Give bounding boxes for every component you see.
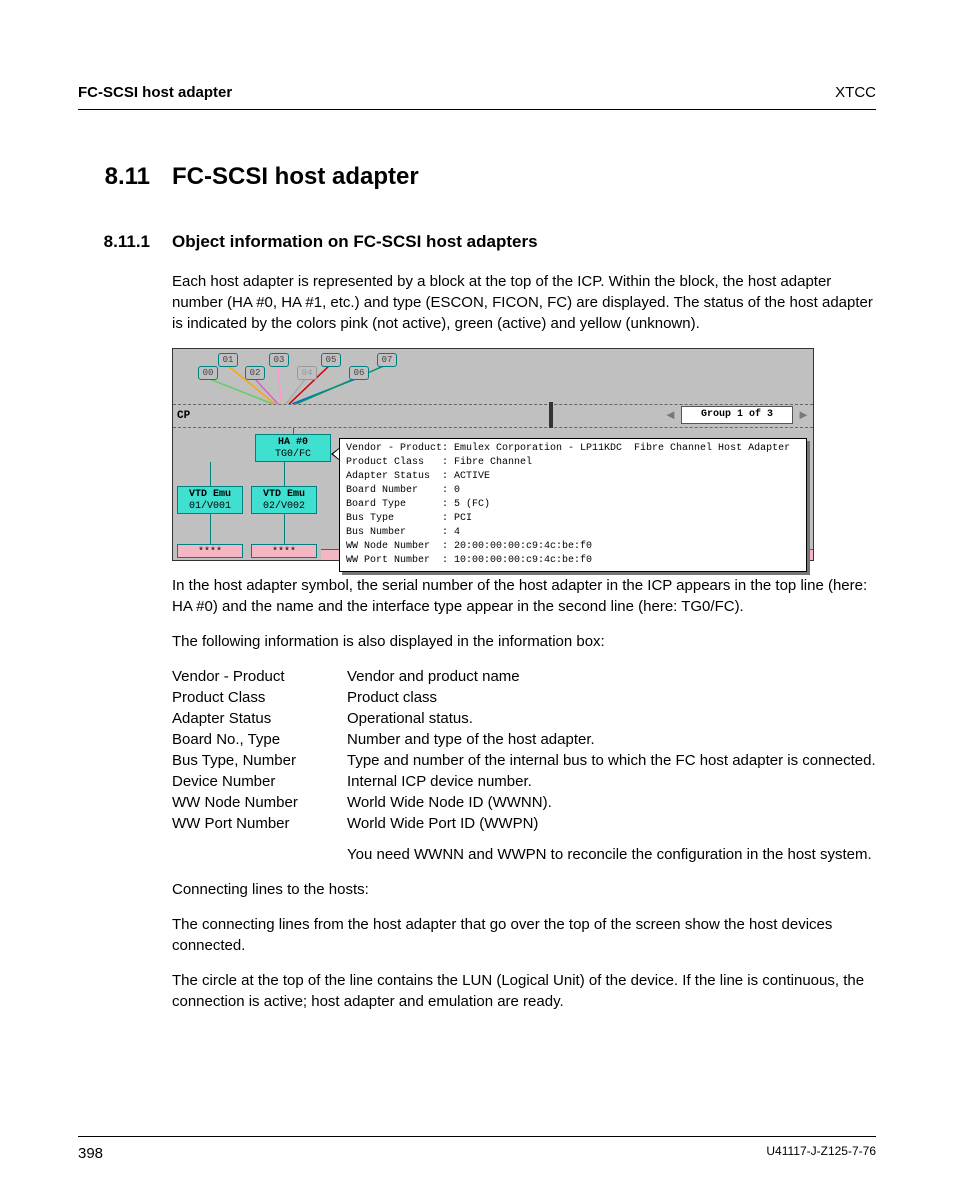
def-term: Vendor - Product [172, 666, 347, 687]
connector-line [210, 462, 211, 486]
cp-label: CP [173, 409, 190, 424]
vtd-block[interactable]: VTD Emu 01/V001 [177, 486, 243, 514]
header-right: XTCC [835, 82, 876, 103]
group-indicator: Group 1 of 3 [681, 406, 793, 424]
arrow-left-icon[interactable]: ◄ [664, 408, 676, 422]
section-heading: 8.11 FC-SCSI host adapter [78, 160, 876, 194]
header-left: FC-SCSI host adapter [78, 82, 232, 103]
divider-bar [549, 402, 553, 430]
connector-line [210, 514, 211, 544]
section-title: FC-SCSI host adapter [172, 160, 419, 194]
definition-list: Vendor - ProductVendor and product name … [172, 666, 876, 865]
def-term: WW Node Number [172, 792, 347, 813]
lun-badge: 06 [349, 366, 369, 380]
def-desc: Type and number of the internal bus to w… [347, 750, 876, 771]
def-term: Adapter Status [172, 708, 347, 729]
def-desc: Vendor and product name [347, 666, 876, 687]
paragraph: In the host adapter symbol, the serial n… [172, 575, 876, 617]
lun-badge: 05 [321, 353, 341, 367]
arrow-right-icon[interactable]: ► [797, 408, 809, 422]
def-desc-extra: You need WWNN and WWPN to reconcile the … [347, 844, 876, 865]
info-tooltip: Vendor - Product: Emulex Corporation - L… [339, 438, 807, 572]
paragraph: The connecting lines from the host adapt… [172, 914, 876, 956]
lun-badge: 01 [218, 353, 238, 367]
def-term: WW Port Number [172, 813, 347, 834]
vtd-line1: VTD Emu [252, 489, 316, 501]
figure: 00 01 02 03 04 05 06 07 CP ◄ Group 1 of … [172, 348, 876, 561]
subsection-number: 8.11.1 [78, 230, 150, 254]
vtd-line2: 01/V001 [178, 501, 242, 513]
vtd-line1: VTD Emu [178, 489, 242, 501]
def-term: Device Number [172, 771, 347, 792]
connector-line [284, 462, 285, 486]
tooltip-pointer-icon [331, 448, 339, 460]
section-number: 8.11 [78, 160, 150, 194]
def-desc: Number and type of the host adapter. [347, 729, 876, 750]
def-desc: Operational status. [347, 708, 876, 729]
def-desc: World Wide Port ID (WWPN) [347, 813, 876, 834]
lun-badge: 07 [377, 353, 397, 367]
lun-badge: 02 [245, 366, 265, 380]
def-desc: Product class [347, 687, 876, 708]
def-desc: World Wide Node ID (WWNN). [347, 792, 876, 813]
def-term-empty [172, 844, 347, 865]
ha-line1: HA #0 [256, 437, 330, 449]
doc-id: U41117-J-Z125-7-76 [766, 1143, 876, 1164]
def-term: Product Class [172, 687, 347, 708]
ha-line2: TG0/FC [256, 449, 330, 461]
page-header: FC-SCSI host adapter XTCC [78, 82, 876, 110]
paragraph: Connecting lines to the hosts: [172, 879, 876, 900]
inactive-block: **** [251, 544, 317, 558]
host-adapter-block[interactable]: HA #0 TG0/FC [255, 434, 331, 462]
lun-badge: 03 [269, 353, 289, 367]
paragraph: The following information is also displa… [172, 631, 876, 652]
paragraph: The circle at the top of the line contai… [172, 970, 876, 1012]
def-term: Bus Type, Number [172, 750, 347, 771]
page-footer: 398 U41117-J-Z125-7-76 [78, 1136, 876, 1164]
vtd-line2: 02/V002 [252, 501, 316, 513]
vtd-block[interactable]: VTD Emu 02/V002 [251, 486, 317, 514]
paragraph: Each host adapter is represented by a bl… [172, 271, 876, 334]
def-term: Board No., Type [172, 729, 347, 750]
connector-line [284, 514, 285, 544]
inactive-block: **** [177, 544, 243, 558]
def-desc: Internal ICP device number. [347, 771, 876, 792]
subsection-heading: 8.11.1 Object information on FC-SCSI hos… [78, 230, 876, 254]
lun-badge: 04 [297, 366, 317, 380]
lun-badge: 00 [198, 366, 218, 380]
subsection-title: Object information on FC-SCSI host adapt… [172, 230, 538, 254]
page-number: 398 [78, 1143, 103, 1164]
